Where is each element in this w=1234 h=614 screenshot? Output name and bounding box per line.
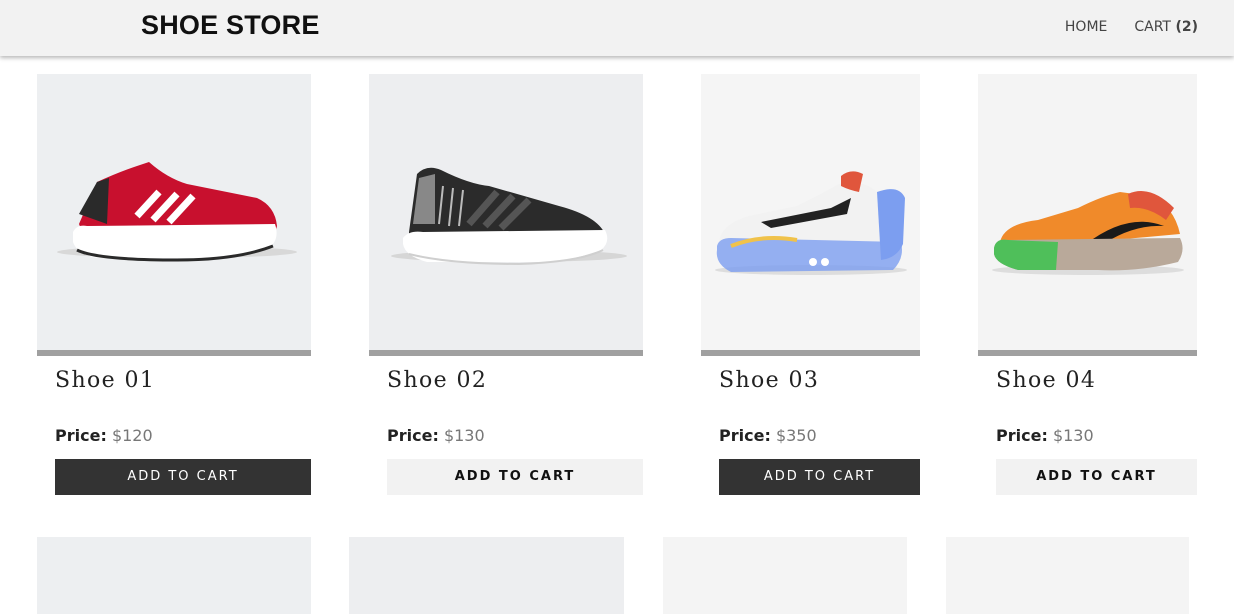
orange-sneaker-image (992, 191, 1184, 275)
product-price: Price: $130 (996, 426, 1094, 445)
product-image[interactable] (701, 74, 920, 356)
product-name: Shoe 03 (719, 368, 820, 393)
product-image-placeholder[interactable] (663, 537, 907, 614)
product-name: Shoe 04 (996, 368, 1097, 393)
nav-links: HOME CART (2) (1065, 19, 1198, 35)
price-label: Price: (55, 426, 107, 445)
add-to-cart-button[interactable]: ADD TO CART (996, 459, 1197, 495)
nav-home-link[interactable]: HOME (1065, 19, 1107, 35)
red-sneaker-image (57, 162, 297, 262)
product-image[interactable] (369, 74, 643, 356)
price-value: $130 (443, 426, 485, 445)
product-price: Price: $120 (55, 426, 153, 445)
product-name: Shoe 02 (387, 368, 488, 393)
product-price: Price: $350 (719, 426, 817, 445)
price-label: Price: (996, 426, 1048, 445)
cart-count: (2) (1175, 19, 1198, 35)
product-name: Shoe 01 (55, 368, 156, 393)
store-logo[interactable]: SHOE STORE (141, 10, 320, 41)
black-sneaker-image (391, 167, 627, 266)
price-label: Price: (387, 426, 439, 445)
price-value: $120 (111, 426, 153, 445)
add-to-cart-button[interactable]: ADD TO CART (719, 459, 920, 495)
product-image[interactable] (37, 74, 311, 356)
cart-label: CART (1134, 19, 1171, 35)
price-value: $350 (775, 426, 817, 445)
add-to-cart-button[interactable]: ADD TO CART (387, 459, 643, 495)
top-navbar: SHOE STORE HOME CART (2) (0, 0, 1234, 56)
blue-sneaker-image (715, 171, 907, 275)
price-value: $130 (1052, 426, 1094, 445)
product-price: Price: $130 (387, 426, 485, 445)
product-image-placeholder[interactable] (37, 537, 311, 614)
product-image-placeholder[interactable] (349, 537, 624, 614)
nav-cart-link[interactable]: CART (2) (1134, 19, 1198, 35)
price-label: Price: (719, 426, 771, 445)
add-to-cart-button[interactable]: ADD TO CART (55, 459, 311, 495)
product-image-placeholder[interactable] (946, 537, 1189, 614)
product-image[interactable] (978, 74, 1197, 356)
